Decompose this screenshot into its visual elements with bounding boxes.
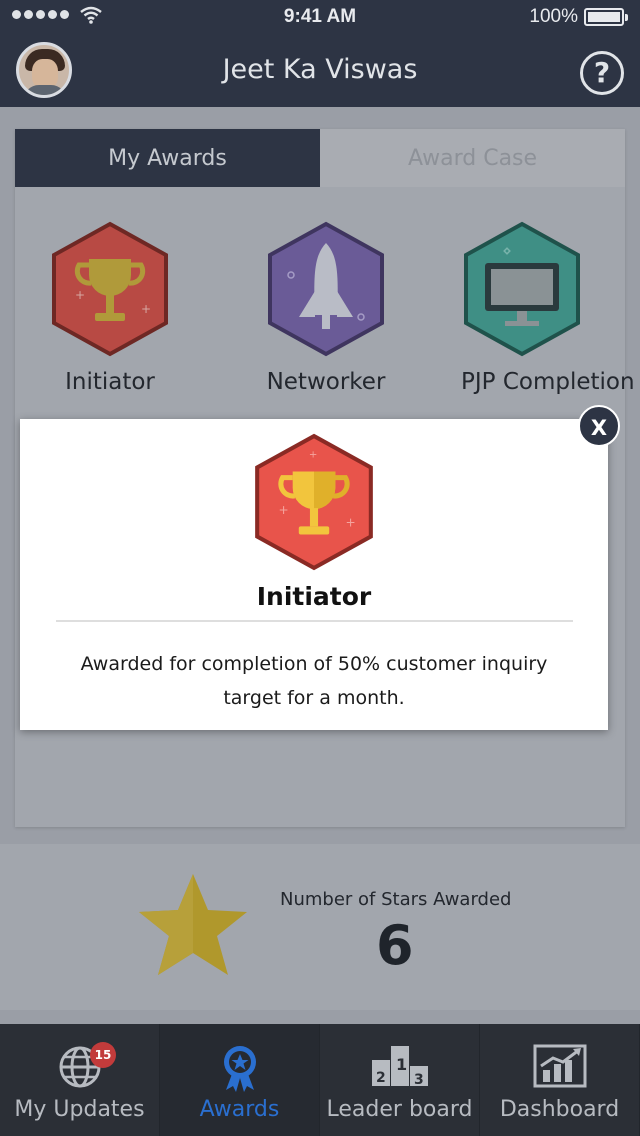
nav-label: My Updates [14,1097,145,1122]
nav-item-dashboard[interactable]: Dashboard [480,1024,640,1136]
svg-text:+: + [75,288,85,302]
notification-badge: 15 [90,1042,116,1068]
podium-icon: 1 2 3 [371,1046,428,1088]
modal-description: Awarded for completion of 50% customer i… [80,653,548,709]
status-bar: 9:41 AM 100% [0,0,640,34]
stars-label: Number of Stars Awarded [280,889,512,910]
award-label: Initiator [65,369,155,395]
nav-label: Dashboard [499,1097,620,1122]
svg-text:+: + [345,515,355,529]
battery-percent: 100% [529,6,578,27]
svg-text:+: + [309,449,317,460]
modal-title: Initiator [256,582,372,611]
nav-label: Awards [199,1097,280,1122]
award-badge-pjp-completion[interactable]: PJP Completion [461,221,635,395]
bottom-navigation: 15 My Updates Awards 1 2 3 Leader board [0,1024,640,1136]
help-button[interactable]: ? [580,51,624,95]
award-icon [223,1046,256,1092]
tab-award-case[interactable]: Award Case [320,129,625,187]
divider [56,620,573,622]
nav-item-leader-board[interactable]: 1 2 3 Leader board [320,1024,480,1136]
svg-text:2: 2 [376,1070,386,1086]
battery-icon [584,8,628,26]
page-title: Jeet Ka Viswas [222,54,418,85]
svg-text:1: 1 [396,1055,407,1074]
svg-text:+: + [141,302,151,316]
award-badge-networker[interactable]: Networker [265,221,387,395]
nav-item-awards[interactable]: Awards [160,1024,320,1136]
trophy-icon: + + + [255,433,373,571]
nav-item-my-updates[interactable]: 15 My Updates [0,1024,160,1136]
star-icon [139,874,247,975]
tab-bar: My Awards Award Case [15,129,625,187]
trophy-icon: + + [52,221,168,357]
rocket-icon [268,221,384,357]
stars-summary: Number of Stars Awarded 6 [0,844,640,1010]
chart-icon [533,1044,586,1088]
stars-count: 6 [376,914,414,977]
tab-my-awards[interactable]: My Awards [15,129,320,187]
app-header: 9:41 AM 100% Jeet Ka Viswas ? [0,0,640,107]
monitor-icon [464,221,580,357]
award-detail-modal: + + + Initiator Awarded for completion o… [20,419,608,730]
nav-label: Leader board [326,1097,473,1122]
svg-text:3: 3 [414,1072,424,1088]
award-label: Networker [266,369,386,395]
svg-text:+: + [278,503,288,517]
award-label: PJP Completion [461,369,635,395]
close-button[interactable]: X [578,405,620,447]
award-badge-initiator[interactable]: + + Initiator [49,221,171,395]
